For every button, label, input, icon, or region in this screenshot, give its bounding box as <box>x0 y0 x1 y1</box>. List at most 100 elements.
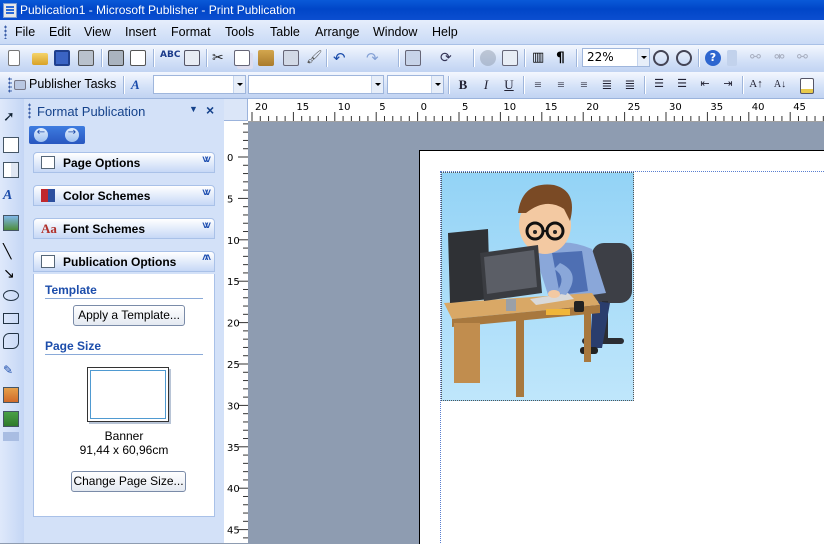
chevron-down-icon[interactable]: ˅˅ <box>202 220 211 232</box>
pane-grip-icon[interactable] <box>28 103 31 119</box>
center-icon[interactable]: ≡ <box>553 76 569 93</box>
fill-color-icon[interactable] <box>800 78 814 94</box>
menu-grip-icon[interactable] <box>4 25 7 39</box>
chevron-down-icon[interactable]: ˅˅ <box>202 187 211 199</box>
zoom-combo[interactable]: 22% <box>582 48 650 67</box>
research-icon[interactable] <box>184 50 200 66</box>
menu-help[interactable]: Help <box>432 25 458 39</box>
paste-icon[interactable] <box>258 50 274 66</box>
section-page-options[interactable]: Page Options ˅˅ <box>33 152 215 173</box>
clipart-picture[interactable] <box>441 172 634 401</box>
close-icon[interactable]: × <box>206 102 214 118</box>
menu-file[interactable]: File <box>15 25 35 39</box>
menu-window[interactable]: Window <box>373 25 417 39</box>
copy-icon[interactable] <box>234 50 250 66</box>
page-size-thumbnail[interactable] <box>87 367 169 422</box>
text-box-icon[interactable] <box>3 137 19 153</box>
autoshapes-icon[interactable] <box>3 333 19 349</box>
task-pane-icon[interactable] <box>14 80 26 90</box>
unlink-icon[interactable]: ⚮ <box>774 50 790 66</box>
line-icon[interactable]: ╲ <box>3 244 19 260</box>
open-icon[interactable] <box>32 53 48 65</box>
picture-frame-icon[interactable] <box>3 215 19 231</box>
back-arrow-icon[interactable] <box>34 127 48 142</box>
numbering-icon[interactable]: ☰ <box>651 76 667 93</box>
section-color-schemes[interactable]: Color Schemes ˅˅ <box>33 185 215 206</box>
bullets-icon[interactable]: ☰ <box>674 76 690 93</box>
app-icon[interactable] <box>3 3 17 18</box>
select-pointer-icon[interactable]: ➚ <box>3 109 19 125</box>
special-characters-icon[interactable]: ¶ <box>556 50 572 66</box>
save-icon[interactable] <box>54 50 70 66</box>
rotate-icon[interactable]: ⟳ <box>440 50 456 66</box>
section-font-schemes[interactable]: Aa Font Schemes ˅˅ <box>33 218 215 239</box>
insert-hyperlink-icon[interactable] <box>480 50 496 66</box>
change-page-size-button[interactable]: Change Page Size... <box>71 471 186 492</box>
distribute-icon[interactable]: ≣ <box>622 76 638 93</box>
align-right-icon[interactable]: ≡ <box>576 76 592 93</box>
section-publication-options[interactable]: Publication Options ˄˄ <box>33 251 215 272</box>
increase-indent-icon[interactable]: ⇥ <box>720 76 736 93</box>
underline-icon[interactable]: U <box>501 76 517 93</box>
style-combo[interactable] <box>153 75 246 94</box>
chevron-down-icon[interactable] <box>431 76 443 93</box>
menu-table[interactable]: Table <box>270 25 300 39</box>
menu-tools[interactable]: Tools <box>225 25 254 39</box>
undo-icon[interactable]: ↶ <box>333 50 349 66</box>
link-icon[interactable]: ⚯ <box>750 50 766 66</box>
chevron-down-icon[interactable]: ˅˅ <box>202 154 211 166</box>
justify-icon[interactable]: ≣ <box>599 76 615 93</box>
pane-menu-chevron-icon[interactable]: ▼ <box>189 104 198 114</box>
help-icon[interactable]: ? <box>705 50 721 66</box>
design-gallery-object-icon[interactable] <box>3 387 19 403</box>
chevron-down-icon[interactable] <box>637 49 649 66</box>
vertical-ruler[interactable]: 0 5 10 15 20 25 30 35 40 45 <box>224 121 249 543</box>
wordart-icon[interactable]: A <box>3 188 19 204</box>
toolbar-grip-icon[interactable] <box>8 77 12 93</box>
format-painter-icon[interactable]: 🖌 <box>306 50 323 66</box>
hot-spot-icon[interactable] <box>3 411 19 427</box>
apply-template-button[interactable]: Apply a Template... <box>73 305 185 326</box>
chevron-down-icon[interactable] <box>233 76 245 93</box>
forward-arrow-icon[interactable] <box>65 127 79 142</box>
chevron-down-icon[interactable] <box>371 76 383 93</box>
decrease-indent-icon[interactable]: ⇤ <box>697 76 713 93</box>
design-gallery-icon[interactable]: ✎ <box>3 362 19 378</box>
ruler-corner[interactable] <box>224 99 248 121</box>
print-preview-icon[interactable] <box>130 50 146 66</box>
print-setup-icon[interactable] <box>78 50 94 66</box>
paste-special-icon[interactable] <box>283 50 299 66</box>
publisher-tasks-button[interactable]: Publisher Tasks <box>29 77 116 91</box>
chevron-up-icon[interactable]: ˄˄ <box>202 252 211 264</box>
shrink-font-icon[interactable]: A↓ <box>772 76 788 93</box>
rectangle-icon[interactable] <box>3 313 19 324</box>
italic-icon[interactable]: I <box>478 76 494 93</box>
toolbar-options-icon[interactable] <box>3 432 19 441</box>
bring-forward-icon[interactable] <box>405 50 421 66</box>
menu-edit[interactable]: Edit <box>49 25 71 39</box>
grow-font-icon[interactable]: A↑ <box>748 76 764 93</box>
font-combo[interactable] <box>248 75 384 94</box>
redo-icon[interactable]: ↷ <box>366 50 382 66</box>
columns-icon[interactable]: ▥ <box>532 50 548 66</box>
cut-icon[interactable]: ✂ <box>212 50 228 66</box>
menu-view[interactable]: View <box>84 25 111 39</box>
oval-icon[interactable] <box>3 290 19 301</box>
align-left-icon[interactable]: ≡ <box>530 76 546 93</box>
arrow-icon[interactable]: ↘ <box>3 266 19 282</box>
toolbar-options-icon[interactable] <box>727 50 737 66</box>
menu-insert[interactable]: Insert <box>125 25 156 39</box>
size-combo[interactable] <box>387 75 444 94</box>
zoom-in-icon[interactable] <box>676 50 692 66</box>
horizontal-ruler[interactable]: 20 15 10 5 0 5 10 15 20 25 30 35 40 45 <box>248 99 824 122</box>
zoom-icon[interactable] <box>502 50 518 66</box>
spelling-icon[interactable]: ABC <box>160 50 180 66</box>
menu-format[interactable]: Format <box>171 25 211 39</box>
new-icon[interactable] <box>8 50 20 66</box>
zoom-out-icon[interactable] <box>653 50 669 66</box>
bold-icon[interactable]: B <box>455 76 471 93</box>
print-icon[interactable] <box>108 50 124 66</box>
menu-arrange[interactable]: Arrange <box>315 25 359 39</box>
insert-table-icon[interactable] <box>3 162 19 178</box>
styles-icon[interactable]: A <box>131 77 147 93</box>
